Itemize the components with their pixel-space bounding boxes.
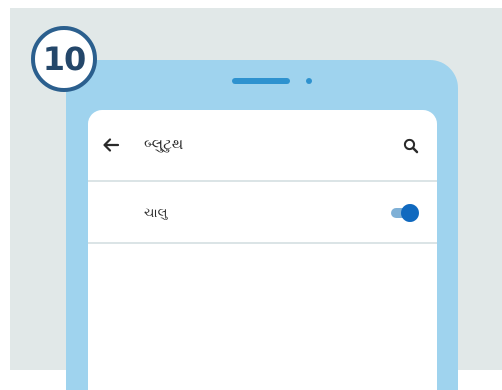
phone-screen: બ્લુટુથ ચાલુ bbox=[88, 110, 437, 390]
phone-speaker bbox=[232, 78, 290, 84]
arrow-left-icon[interactable] bbox=[102, 136, 120, 154]
phone-frame: બ્લુટુથ ચાલુ bbox=[66, 60, 458, 390]
phone-camera bbox=[306, 78, 312, 84]
step-badge: 10 bbox=[31, 26, 97, 92]
bluetooth-toggle[interactable] bbox=[389, 204, 419, 222]
search-icon[interactable] bbox=[403, 138, 419, 154]
toggle-thumb bbox=[401, 204, 419, 222]
app-bar: બ્લુટુથ bbox=[88, 110, 437, 180]
bluetooth-status-label: ચાલુ bbox=[144, 206, 168, 221]
page-title: બ્લુટુથ bbox=[144, 135, 184, 153]
divider bbox=[88, 180, 437, 182]
divider bbox=[88, 242, 437, 244]
step-number: 10 bbox=[42, 40, 87, 78]
